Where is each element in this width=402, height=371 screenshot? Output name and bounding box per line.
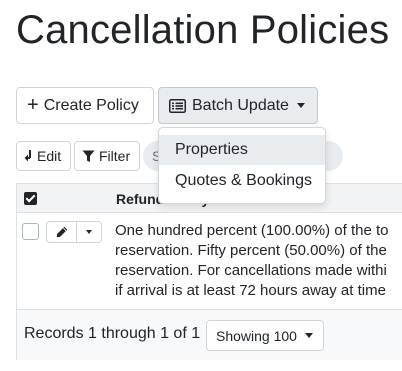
table-footer: Records 1 through 1 of 1 Showing 100 bbox=[17, 309, 402, 360]
select-all-checkbox[interactable] bbox=[24, 192, 37, 205]
filter-label: Filter bbox=[99, 148, 131, 164]
create-policy-button[interactable]: + Create Policy bbox=[16, 87, 154, 124]
table-row: One hundred percent (100.00%) of the to … bbox=[17, 213, 402, 309]
policy-line: reservation. For cancellations made with… bbox=[115, 262, 387, 279]
policy-line: One hundred percent (100.00%) of the to bbox=[115, 222, 389, 239]
batch-update-menu: Properties Quotes & Bookings bbox=[158, 127, 326, 204]
pencil-icon bbox=[56, 226, 68, 238]
records-count: Records 1 through 1 of 1 bbox=[24, 325, 201, 342]
page-size-select[interactable]: Showing 100 bbox=[206, 320, 324, 351]
chevron-down-icon bbox=[86, 230, 92, 234]
batch-update-button[interactable]: Batch Update bbox=[158, 87, 318, 124]
edit-label: Edit bbox=[37, 148, 62, 164]
row-actions bbox=[46, 221, 102, 243]
row-edit-button[interactable] bbox=[47, 222, 77, 242]
policy-line: if arrival is at least 72 hours away at … bbox=[115, 282, 386, 299]
menu-item-properties[interactable]: Properties bbox=[159, 135, 325, 165]
refund-policy-cell: One hundred percent (100.00%) of the to … bbox=[115, 221, 402, 301]
menu-item-quotes-bookings[interactable]: Quotes & Bookings bbox=[159, 166, 325, 196]
policies-table: Refund Policy One hundred pe bbox=[16, 183, 402, 360]
policy-line: reservation. Fifty percent (50.00%) of t… bbox=[115, 242, 387, 259]
page: Cancellation Policies + Create Policy Ba… bbox=[0, 0, 402, 371]
create-policy-label: Create Policy bbox=[43, 96, 139, 114]
filter-icon bbox=[82, 150, 95, 163]
chevron-down-icon bbox=[296, 103, 305, 108]
chevron-down-icon bbox=[304, 333, 313, 338]
filter-button[interactable]: Filter bbox=[74, 141, 140, 171]
page-size-label: Showing 100 bbox=[216, 327, 297, 344]
edit-icon bbox=[24, 149, 34, 163]
batch-update-label: Batch Update bbox=[192, 96, 289, 114]
page-title: Cancellation Policies bbox=[16, 8, 390, 52]
edit-button[interactable]: Edit bbox=[16, 141, 71, 171]
plus-icon: + bbox=[27, 93, 39, 116]
row-actions-toggle[interactable] bbox=[77, 222, 101, 242]
row-checkbox[interactable] bbox=[22, 223, 39, 240]
list-icon bbox=[169, 98, 186, 113]
